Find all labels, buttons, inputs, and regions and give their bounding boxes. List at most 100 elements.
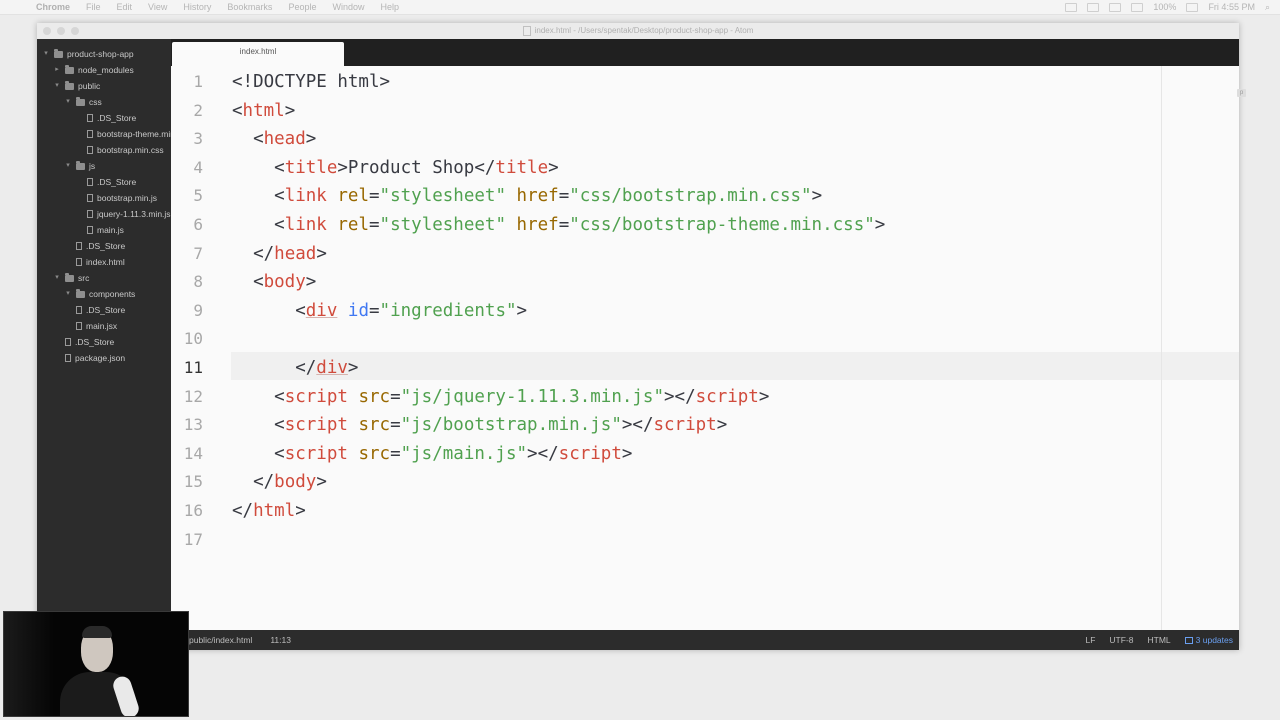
code-line[interactable]: <div id="ingredients"> [232, 297, 527, 325]
menu-item-help[interactable]: Help [380, 0, 399, 14]
status-grammar[interactable]: HTML [1148, 630, 1171, 650]
tree-file[interactable]: package.json [53, 351, 125, 365]
tree-file[interactable]: bootstrap.min.js [75, 191, 157, 205]
line-number[interactable]: 8 [163, 268, 203, 296]
tree-item-label: .DS_Store [86, 241, 126, 251]
tab-index-html[interactable]: index.html [172, 42, 344, 66]
code-line[interactable]: <body> [232, 268, 316, 296]
chevron-right-icon[interactable]: ▸ [53, 63, 61, 77]
code-line[interactable]: <script src="js/jquery-1.11.3.min.js"></… [232, 383, 769, 411]
line-number[interactable]: 16 [163, 497, 203, 525]
chevron-down-icon[interactable]: ▾ [53, 271, 61, 285]
line-number[interactable]: 13 [163, 411, 203, 439]
tree-folder[interactable]: ▾ public [53, 79, 100, 93]
display-icon[interactable] [1087, 2, 1100, 12]
code-line[interactable]: <link rel="stylesheet" href="css/bootstr… [232, 182, 822, 210]
line-number[interactable]: 7 [163, 240, 203, 268]
tree-file[interactable]: .DS_Store [75, 175, 136, 189]
chevron-down-icon[interactable]: ▾ [64, 95, 72, 109]
battery-percent[interactable]: 100% [1153, 0, 1176, 14]
line-number[interactable]: 14 [163, 440, 203, 468]
tree-file[interactable]: .DS_Store [64, 303, 125, 317]
bluetooth-icon[interactable] [1109, 2, 1122, 12]
line-number-gutter[interactable]: 1 2 3 4 5 6 7 8 9 10 11 12 13 14 15 16 17 [171, 66, 215, 630]
tree-file[interactable]: jquery-1.11.3.min.js [75, 207, 171, 221]
line-number[interactable]: 11 [163, 354, 203, 382]
tree-folder[interactable]: ▾ src [53, 271, 89, 285]
status-line-ending[interactable]: LF [1086, 630, 1096, 650]
battery-icon[interactable] [1186, 2, 1199, 12]
chevron-down-icon[interactable]: ▾ [53, 79, 61, 93]
code-line[interactable]: <script src="js/bootstrap.min.js"></scri… [232, 411, 727, 439]
code-line[interactable]: <head> [232, 125, 316, 153]
tree-item-label: js [89, 161, 96, 171]
line-number[interactable]: 12 [163, 383, 203, 411]
line-number[interactable]: 6 [163, 211, 203, 239]
chevron-down-icon[interactable]: ▾ [64, 287, 72, 301]
menu-item-chrome[interactable]: Chrome [36, 0, 70, 14]
tree-item-label: node_modules [78, 65, 134, 75]
chevron-down-icon[interactable]: ▾ [42, 47, 50, 61]
tree-folder[interactable]: ▾ css [64, 95, 102, 109]
tree-file[interactable]: index.html [64, 255, 125, 269]
code-token: ></ [527, 443, 559, 464]
screen-share-icon[interactable] [1065, 2, 1078, 12]
tree-file[interactable]: .DS_Store [75, 111, 136, 125]
wifi-icon[interactable] [1131, 2, 1144, 12]
tree-file[interactable]: .DS_Store [64, 239, 125, 253]
code-line[interactable]: </body> [232, 468, 327, 496]
close-window-button[interactable] [43, 27, 51, 35]
tree-folder[interactable]: ▾ js [64, 159, 95, 173]
line-number[interactable]: 5 [163, 182, 203, 210]
code-line[interactable]: </div> [232, 354, 358, 382]
tree-file[interactable]: bootstrap-theme.min.css [75, 127, 171, 141]
line-number[interactable]: 2 [163, 97, 203, 125]
menu-item-people[interactable]: People [288, 0, 316, 14]
code-line[interactable]: <html> [232, 97, 295, 125]
code-line[interactable]: <link rel="stylesheet" href="css/bootstr… [232, 211, 885, 239]
zoom-window-button[interactable] [71, 27, 79, 35]
tree-file[interactable]: main.js [75, 223, 124, 237]
tree-item-label: src [78, 273, 90, 283]
code-line[interactable]: </html> [232, 497, 306, 525]
menu-item-window[interactable]: Window [332, 0, 364, 14]
line-number[interactable]: 15 [163, 468, 203, 496]
status-encoding[interactable]: UTF-8 [1109, 630, 1133, 650]
tree-view[interactable]: ▾ product-shop-app ▸ node_modules ▾ public ▾ cs… [37, 39, 171, 630]
line-number[interactable]: 9 [163, 297, 203, 325]
line-number[interactable]: 4 [163, 154, 203, 182]
minimize-window-button[interactable] [57, 27, 65, 35]
clock[interactable]: Fri 4:55 PM [1208, 0, 1255, 14]
line-number[interactable]: 1 [163, 68, 203, 96]
tree-folder[interactable]: ▸ node_modules [53, 63, 134, 77]
tree-file[interactable]: main.jsx [64, 319, 117, 333]
tree-folder[interactable]: ▾ components [64, 287, 135, 301]
code-line[interactable]: </head> [232, 240, 327, 268]
status-file-path[interactable]: public/index.html [189, 630, 252, 650]
chevron-down-icon[interactable]: ▾ [64, 159, 72, 173]
line-number[interactable]: 3 [163, 125, 203, 153]
tree-folder[interactable]: ▾ product-shop-app [42, 47, 134, 61]
code-line[interactable]: <title>Product Shop</title> [232, 154, 559, 182]
code-line[interactable]: <!DOCTYPE html> [232, 68, 390, 96]
menu-item-bookmarks[interactable]: Bookmarks [227, 0, 272, 14]
menu-item-view[interactable]: View [148, 0, 167, 14]
code-token: > [516, 300, 528, 321]
line-number[interactable]: 17 [163, 526, 203, 554]
tree-file[interactable]: .DS_Store [53, 335, 114, 349]
tree-file[interactable]: bootstrap.min.css [75, 143, 164, 157]
status-cursor-position[interactable]: 11:13 [270, 630, 291, 650]
spotlight-icon[interactable]: ⌕ [1265, 0, 1270, 14]
side-panel-handle[interactable]: p [1237, 89, 1246, 97]
code-token: html [253, 501, 296, 521]
line-number[interactable]: 10 [163, 325, 203, 353]
code-line[interactable]: <script src="js/main.js"></script> [232, 440, 632, 468]
status-updates[interactable]: 3 updates [1184, 630, 1233, 650]
code-editor[interactable]: 1 2 3 4 5 6 7 8 9 10 11 12 13 14 15 16 17 <!DOCTYPE html… [171, 66, 1239, 630]
tree-item-label: .DS_Store [75, 337, 115, 347]
menu-item-file[interactable]: File [86, 0, 101, 14]
code-token: > [305, 272, 317, 293]
menu-item-edit[interactable]: Edit [117, 0, 133, 14]
menu-item-history[interactable]: History [183, 0, 211, 14]
